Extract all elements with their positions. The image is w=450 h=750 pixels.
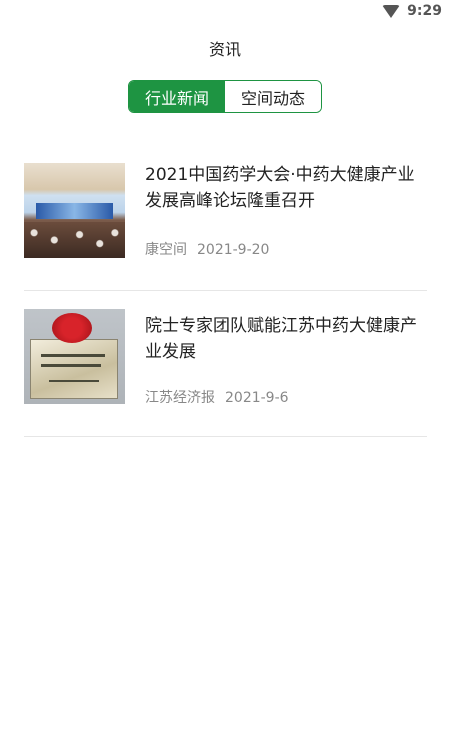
status-time: 9:29 bbox=[407, 3, 442, 19]
news-item[interactable]: 2021中国药学大会·中药大健康产业发展高峰论坛隆重召开 康空间 2021-9-2… bbox=[24, 145, 427, 291]
news-thumbnail-image bbox=[24, 309, 125, 404]
tab-industry-news[interactable]: 行业新闻 bbox=[129, 81, 225, 112]
page-title: 资讯 bbox=[208, 40, 241, 59]
tab-space-updates[interactable]: 空间动态 bbox=[225, 81, 321, 112]
news-source: 康空间 bbox=[145, 242, 187, 258]
segmented-tabs: 行业新闻 空间动态 bbox=[128, 80, 322, 113]
news-meta: 江苏经济报 2021-9-6 bbox=[145, 387, 289, 407]
wifi-icon bbox=[382, 5, 400, 18]
news-item[interactable]: 院士专家团队赋能江苏中药大健康产业发展 江苏经济报 2021-9-6 bbox=[24, 291, 427, 437]
news-list: 2021中国药学大会·中药大健康产业发展高峰论坛隆重召开 康空间 2021-9-2… bbox=[24, 145, 427, 437]
news-title: 院士专家团队赋能江苏中药大健康产业发展 bbox=[145, 316, 417, 362]
news-date: 2021-9-6 bbox=[225, 390, 289, 406]
status-bar: 9:29 bbox=[0, 0, 450, 24]
news-title: 2021中国药学大会·中药大健康产业发展高峰论坛隆重召开 bbox=[145, 165, 415, 211]
news-thumbnail-image bbox=[24, 163, 125, 258]
news-source: 江苏经济报 bbox=[145, 390, 215, 406]
news-meta: 康空间 2021-9-20 bbox=[145, 239, 269, 259]
news-date: 2021-9-20 bbox=[197, 242, 270, 258]
